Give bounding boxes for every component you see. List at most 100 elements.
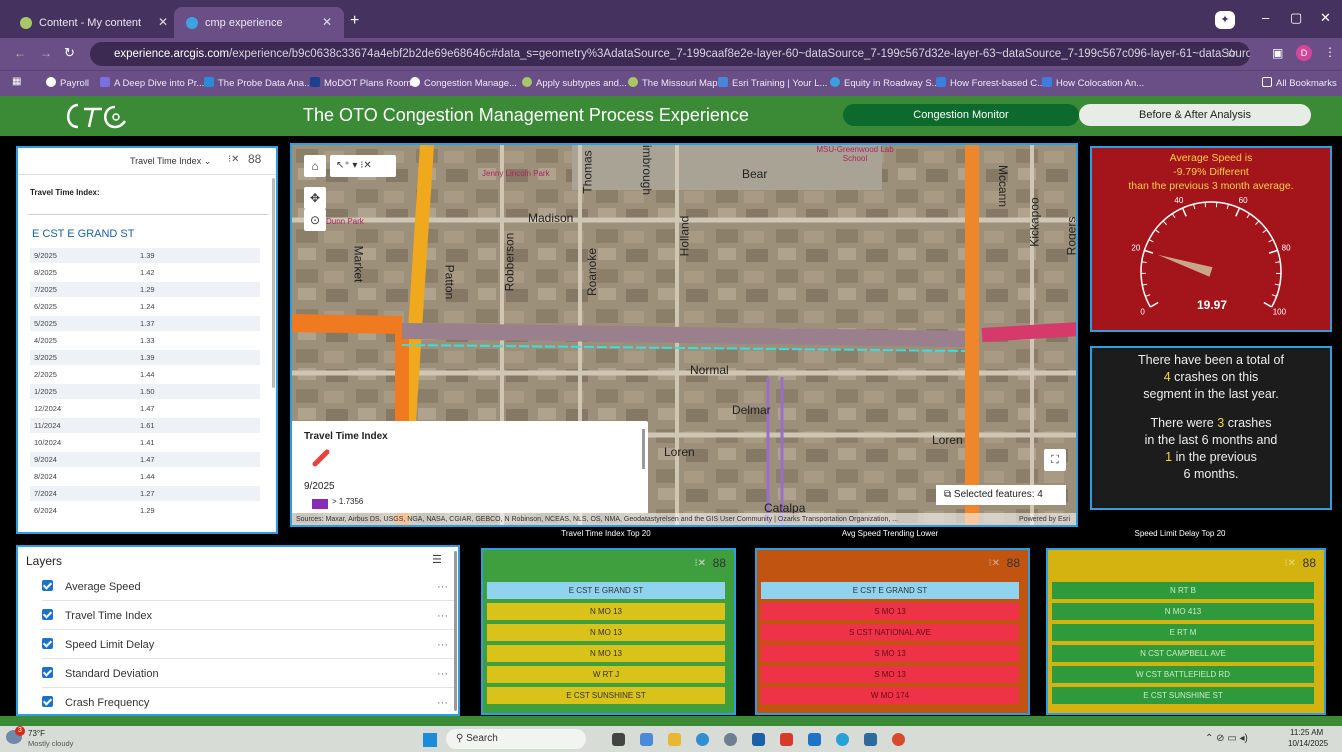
app-icon[interactable]	[696, 733, 709, 746]
list-item[interactable]: N RT B	[1052, 582, 1314, 599]
list-item[interactable]: E CST SUNSHINE ST	[487, 687, 725, 704]
profile-avatar[interactable]: D	[1296, 45, 1312, 61]
list-item[interactable]: E RT M	[1052, 624, 1314, 641]
home-button[interactable]: ⌂	[304, 155, 326, 177]
layer-item[interactable]: Average Speed ···	[42, 573, 454, 601]
bookmark-deep-dive[interactable]: A Deep Dive into Pr...	[100, 77, 204, 89]
legend-scrollbar[interactable]	[642, 429, 645, 469]
more-icon[interactable]: ···	[437, 631, 448, 659]
window-close-icon[interactable]: ✕	[1320, 10, 1331, 26]
tab-content[interactable]: Content - My content ✕	[8, 7, 180, 38]
layer-item[interactable]: Travel Time Index ···	[42, 602, 454, 630]
reload-icon[interactable]: ↻	[64, 45, 75, 61]
list-item[interactable]: S MO 13	[761, 645, 1019, 662]
bookmark-colocation[interactable]: How Colocation An...	[1042, 77, 1144, 89]
clear-selection-icon[interactable]: ⁝✕	[228, 154, 240, 165]
close-icon[interactable]: ✕	[322, 15, 332, 29]
star-icon[interactable]: ☆	[1226, 46, 1237, 60]
tti-table-row[interactable]: 7/2025 1.29	[30, 282, 260, 297]
checkbox[interactable]	[42, 580, 53, 591]
list-item[interactable]: N MO 13	[487, 645, 725, 662]
clear-selection-icon[interactable]: ⁝✕	[694, 558, 706, 569]
pan-icon[interactable]: ✥	[304, 187, 326, 209]
maximize-icon[interactable]: ▢	[1290, 10, 1302, 26]
store-icon[interactable]	[752, 733, 765, 746]
list-item[interactable]: S CST NATIONAL AVE	[761, 624, 1019, 641]
list-item[interactable]: E CST E GRAND ST	[487, 582, 725, 599]
tti-table-row[interactable]: 5/2025 1.37	[30, 316, 260, 331]
extensions-icon[interactable]: ▣	[1272, 46, 1283, 60]
selected-features-badge[interactable]: ⧉ Selected features: 4	[936, 485, 1066, 505]
tti-table-row[interactable]: 7/2024 1.27	[30, 486, 260, 501]
bookmark-subtypes[interactable]: Apply subtypes and...	[522, 77, 627, 89]
checkbox[interactable]	[42, 667, 53, 678]
fullscreen-icon[interactable]: ⛶	[1044, 449, 1066, 471]
list-item[interactable]: W MO 174	[761, 687, 1019, 704]
more-icon[interactable]: ···	[437, 689, 448, 717]
checkbox[interactable]	[42, 609, 53, 620]
select-tool-button[interactable]: ↖⁺ ▾ ⁝✕	[330, 155, 396, 177]
list-item[interactable]: W CST BATTLEFIELD RD	[1052, 666, 1314, 683]
bookmark-congestion[interactable]: Congestion Manage...	[410, 77, 517, 89]
scrollbar[interactable]	[454, 551, 457, 711]
more-icon[interactable]: ···	[437, 573, 448, 601]
forward-icon[interactable]: →	[40, 46, 52, 60]
bookmark-missouri-map[interactable]: The Missouri Map	[628, 77, 718, 89]
tti-table-row[interactable]: 4/2025 1.33	[30, 333, 260, 348]
list-item[interactable]: N MO 413	[1052, 603, 1314, 620]
minimize-icon[interactable]: –	[1262, 10, 1269, 25]
bookmark-modot[interactable]: MoDOT Plans Room	[310, 77, 411, 89]
list-item[interactable]: E CST E GRAND ST	[761, 582, 1019, 599]
tti-table-row[interactable]: 10/2024 1.41	[30, 435, 260, 450]
locate-icon[interactable]: ⊙	[304, 209, 326, 231]
close-icon[interactable]: ✕	[158, 15, 168, 29]
list-item[interactable]: S MO 13	[761, 666, 1019, 683]
list-item[interactable]: N MO 13	[487, 624, 725, 641]
bookmark-probe-data[interactable]: The Probe Data Ana...	[204, 77, 312, 89]
grid-icon[interactable]: 88	[248, 152, 261, 166]
task-view-icon[interactable]	[612, 733, 625, 746]
tab-cmp-experience[interactable]: cmp experience ✕	[174, 7, 344, 38]
grid-icon[interactable]: 88	[713, 556, 726, 570]
settings-icon[interactable]	[724, 733, 737, 746]
congestion-monitor-button[interactable]: Congestion Monitor	[843, 104, 1079, 126]
bookmark-forest[interactable]: How Forest-based C...	[936, 77, 1045, 89]
tti-table-row[interactable]: 6/2024 1.29	[30, 503, 260, 518]
layer-item[interactable]: Standard Deviation ···	[42, 660, 454, 688]
file-explorer-icon[interactable]	[668, 733, 681, 746]
map-view[interactable]: Bear Madison Normal Delmar Loren Loren M…	[290, 143, 1078, 527]
layer-item[interactable]: Crash Frequency ···	[42, 689, 454, 717]
tti-table-row[interactable]: 6/2025 1.24	[30, 299, 260, 314]
menu-icon[interactable]: ⋮	[1324, 45, 1336, 59]
tti-table-row[interactable]: 9/2024 1.47	[30, 452, 260, 467]
new-tab-icon[interactable]: +	[350, 12, 359, 30]
bookmark-equity[interactable]: Equity in Roadway S...	[830, 77, 940, 89]
clear-selection-icon[interactable]: ⁝✕	[988, 558, 1000, 569]
tti-table-row[interactable]: 2/2025 1.44	[30, 367, 260, 382]
apps-icon[interactable]: ▦	[12, 76, 21, 87]
tti-table-row[interactable]: 8/2025 1.42	[30, 265, 260, 280]
list-item[interactable]: E CST SUNSHINE ST	[1052, 687, 1314, 704]
edge-icon[interactable]	[836, 733, 849, 746]
layer-options-icon[interactable]: ☰	[432, 553, 442, 566]
all-bookmarks[interactable]: All Bookmarks	[1262, 77, 1337, 89]
list-item[interactable]: S MO 13	[761, 603, 1019, 620]
more-icon[interactable]: ···	[437, 602, 448, 630]
tti-table-row[interactable]: 3/2025 1.39	[30, 350, 260, 365]
back-icon[interactable]: ←	[14, 46, 26, 60]
taskbar-search[interactable]: ⚲ Search	[446, 729, 586, 749]
app-l-icon[interactable]	[780, 733, 793, 746]
ai-assist-icon[interactable]: ✦	[1215, 11, 1235, 29]
photos-icon[interactable]	[864, 733, 877, 746]
tti-table-row[interactable]: 8/2024 1.44	[30, 469, 260, 484]
bookmark-payroll[interactable]: Payroll	[46, 77, 89, 89]
outlook-icon[interactable]	[808, 733, 821, 746]
url-field[interactable]: experience.arcgis.com/experience/b9c0638…	[90, 42, 1250, 66]
list-item[interactable]: N CST CAMPBELL AVE	[1052, 645, 1314, 662]
windows-start-icon[interactable]	[423, 733, 437, 747]
tti-table-row[interactable]: 12/2024 1.47	[30, 401, 260, 416]
chrome-icon[interactable]	[892, 733, 905, 746]
scrollbar[interactable]	[272, 178, 275, 388]
list-item[interactable]: N MO 13	[487, 603, 725, 620]
checkbox[interactable]	[42, 638, 53, 649]
